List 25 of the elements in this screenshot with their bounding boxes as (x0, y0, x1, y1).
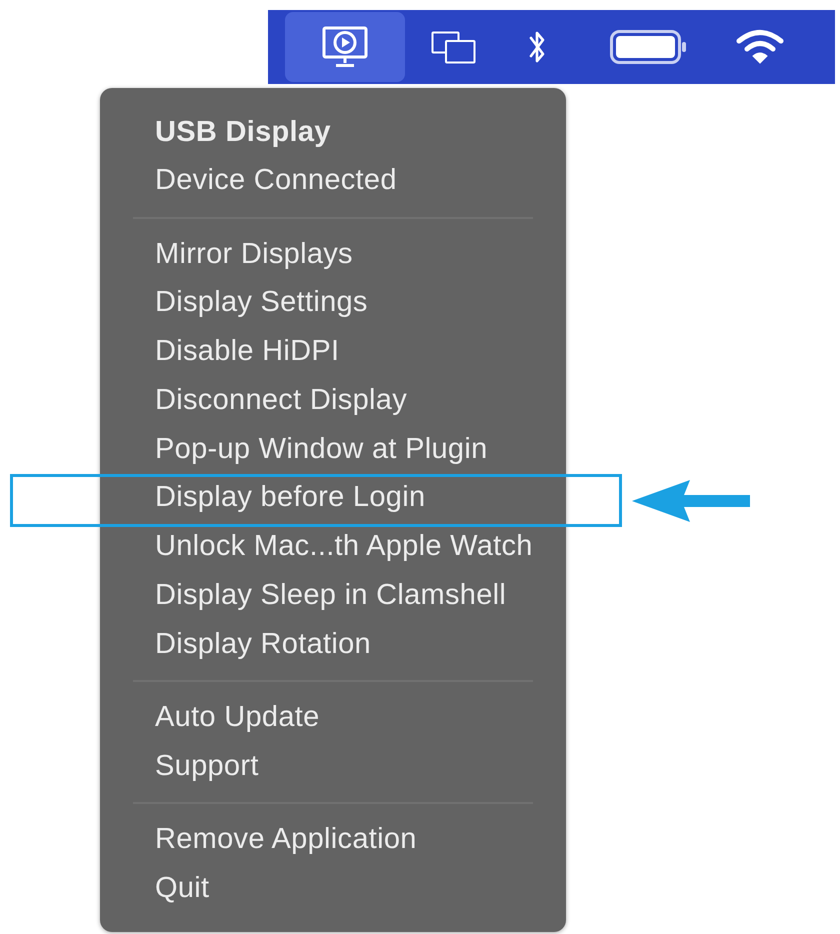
menu-item[interactable]: Unlock Mac...th Apple Watch (155, 525, 533, 569)
menu-item[interactable]: Display Sleep in Clamshell (155, 574, 506, 618)
menubar-button[interactable] (529, 29, 545, 65)
menu-title: USB Display (155, 114, 331, 150)
menubar-button[interactable] (430, 30, 476, 64)
menu-item[interactable]: Disconnect Display (155, 378, 407, 422)
menu-item[interactable]: Remove Application (155, 818, 417, 862)
wifi-icon (736, 29, 784, 65)
menu-item[interactable]: Display before Login (155, 476, 426, 520)
bluetooth-icon (529, 29, 545, 65)
status-text: Device Connected (155, 163, 397, 198)
monitor-play-icon (322, 26, 368, 68)
menu-item[interactable]: Mirror Displays (155, 232, 353, 276)
menu-item[interactable]: Support (155, 744, 259, 788)
menu-item[interactable]: Display Settings (155, 281, 368, 325)
screens-icon (430, 30, 476, 64)
battery-icon (610, 30, 686, 64)
menubar-button[interactable] (736, 29, 784, 65)
menubar-button[interactable] (610, 30, 686, 64)
menu-item[interactable]: Quit (155, 866, 210, 910)
menubar-button[interactable] (285, 12, 405, 82)
menu-item[interactable]: Display Rotation (155, 622, 371, 666)
menu-item[interactable]: Auto Update (155, 696, 320, 740)
menu-item[interactable]: Disable HiDPI (155, 330, 340, 374)
menu-item[interactable]: Pop-up Window at Plugin (155, 428, 488, 472)
